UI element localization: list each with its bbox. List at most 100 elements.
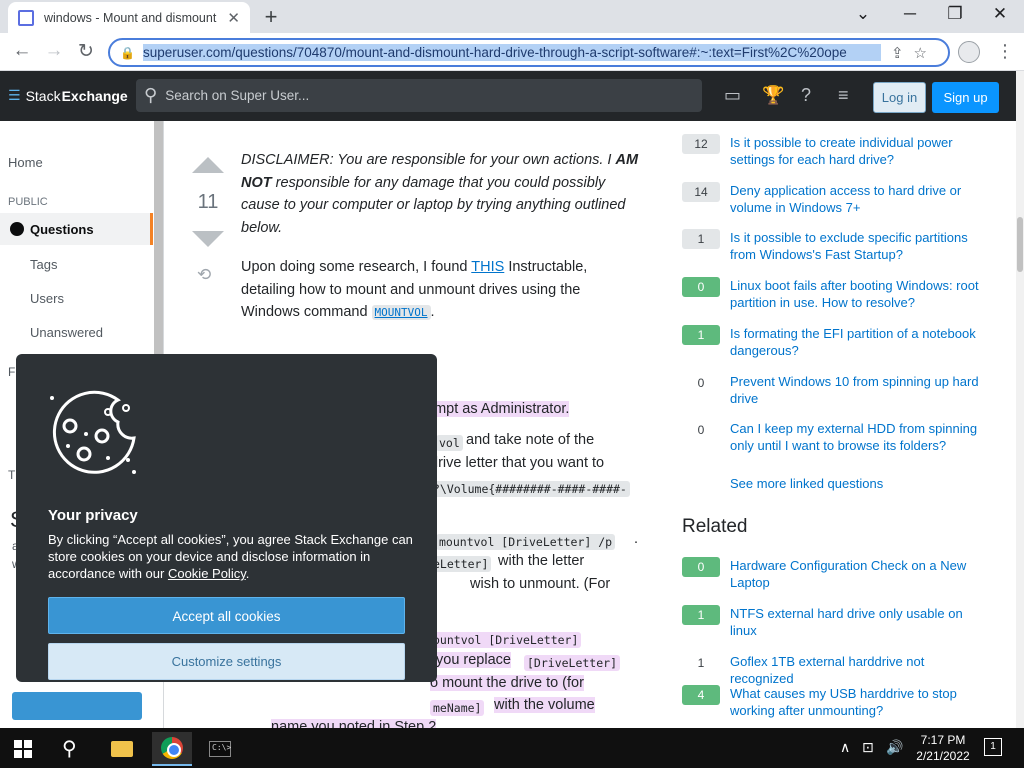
nav-tags[interactable]: Tags [30,257,57,272]
related-heading: Related [682,516,748,537]
right-sidebar: 12 Is it possible to create individual p… [672,121,1016,728]
profile-avatar-icon[interactable] [958,41,980,63]
question-link[interactable]: Is formating the EFI partition of a note… [730,325,990,359]
site-switcher-icon[interactable]: ≡ [838,85,849,106]
close-tab-icon[interactable]: ✕ [227,9,240,27]
minimize-icon[interactable]: ─ [895,4,925,24]
volumename-code: meName] [430,700,485,716]
step-text: you replace [436,652,511,668]
question-link[interactable]: NTFS external hard drive only usable on … [730,605,990,639]
terminal-icon[interactable]: C:\> [200,732,240,766]
search-placeholder: Search on Super User... [165,88,310,103]
bookmark-star-icon[interactable]: ☆ [914,44,927,62]
upvote-icon[interactable] [192,157,224,173]
taskbar-search-icon[interactable]: ⚲ [62,736,77,761]
browser-tab[interactable]: windows - Mount and dismount ✕ [8,2,250,33]
driveletter-code: eLetter] [430,556,492,572]
chrome-icon[interactable] [152,732,192,766]
see-more-linked-link[interactable]: See more linked questions [730,476,883,491]
question-link[interactable]: Can I keep my external HDD from spinning… [730,420,990,454]
step-text: with the volume [494,697,595,713]
question-link[interactable]: What causes my USB harddrive to stop wor… [730,685,990,719]
tab-search-icon[interactable]: ⌄ [848,4,878,24]
cookie-policy-link[interactable]: Cookie Policy [168,566,246,581]
question-link[interactable]: Hardware Configuration Check on a New La… [730,557,990,591]
more-menu-icon[interactable]: ⋮ [996,41,1014,62]
achievements-trophy-icon[interactable]: 🏆 [762,85,784,106]
related-question[interactable]: 4 What causes my USB harddrive to stop w… [682,685,1012,719]
related-question[interactable]: 1 Goflex 1TB external harddrive not reco… [682,653,1012,687]
notifications-icon[interactable]: 1 [984,738,1002,756]
page-scrollbar-thumb[interactable] [1017,217,1023,272]
instructable-link[interactable]: THIS [471,259,504,275]
disclaimer-text-cont: responsible for any damage that you coul… [241,174,626,236]
cookie-title: Your privacy [48,507,138,524]
signup-button[interactable]: Sign up [932,82,999,113]
dismount-command-code: mountvol [DriveLetter] /p [436,534,616,550]
related-question[interactable]: 0 Hardware Configuration Check on a New … [682,557,1012,591]
nav-questions[interactable]: Questions [0,213,153,245]
file-explorer-icon[interactable] [102,732,142,766]
question-link[interactable]: Is it possible to create individual powe… [730,134,990,168]
history-icon[interactable]: ⟲ [197,265,211,285]
question-score: 0 [682,557,720,577]
volume-icon[interactable]: 🔊 [886,739,903,756]
help-icon[interactable]: ? [801,85,811,106]
teams-cta-button[interactable] [12,692,142,720]
login-button[interactable]: Log in [873,82,926,113]
question-link[interactable]: Linux boot fails after booting Windows: … [730,277,990,311]
disclaimer-paragraph: DISCLAIMER: You are responsible for your… [241,149,641,239]
stackexchange-logo[interactable]: ☰ Stack Exchange [8,87,128,104]
site-search-input[interactable]: ⚲ Search on Super User... [136,79,702,112]
question-score: 0 [682,277,720,297]
url-input[interactable]: 🔒 superuser.com/questions/704870/mount-a… [108,38,950,67]
linked-question[interactable]: 1 Is it possible to exclude specific par… [682,229,1012,263]
downvote-icon[interactable] [192,231,224,247]
question-link[interactable]: Is it possible to exclude specific parti… [730,229,990,263]
mountvol-code-link[interactable]: MOUNTVOL [371,305,431,320]
network-icon[interactable]: ⊡ [862,739,874,756]
close-window-icon[interactable]: ✕ [985,4,1015,24]
linked-question[interactable]: 0 Can I keep my external HDD from spinni… [682,420,1012,454]
site-header: ☰ Stack Exchange ⚲ Search on Super User.… [0,71,1016,121]
reload-icon[interactable]: ↻ [74,40,98,63]
related-question[interactable]: 1 NTFS external hard drive only usable o… [682,605,1012,639]
linked-question[interactable]: 0 Linux boot fails after booting Windows… [682,277,1012,311]
question-link[interactable]: Prevent Windows 10 from spinning up hard… [730,373,990,407]
customize-settings-button[interactable]: Customize settings [48,643,405,680]
question-link[interactable]: Deny application access to hard drive or… [730,182,990,216]
back-icon[interactable]: ← [10,40,34,62]
start-windows-icon[interactable] [14,740,32,758]
url-text[interactable]: superuser.com/questions/704870/mount-and… [142,44,881,61]
left-scrollbar[interactable] [154,121,163,361]
inbox-icon[interactable]: ▭ [724,85,741,106]
forward-icon[interactable]: → [42,40,66,62]
linked-question[interactable]: 14 Deny application access to hard drive… [682,182,1012,216]
question-link[interactable]: Goflex 1TB external harddrive not recogn… [730,653,990,687]
restore-icon[interactable]: ❐ [940,4,970,24]
nav-unanswered[interactable]: Unanswered [30,325,103,340]
nav-users[interactable]: Users [30,291,64,306]
nav-home[interactable]: Home [8,155,43,170]
linked-question[interactable]: 1 Is formating the EFI partition of a no… [682,325,1012,359]
disclaimer-text: DISCLAIMER: You are responsible for your… [241,152,616,168]
question-score: 1 [682,325,720,345]
system-clock[interactable]: 7:17 PM 2/21/2022 [908,732,978,764]
logo-suffix: Exchange [61,87,128,104]
page-scrollbar[interactable] [1016,71,1024,728]
lock-icon[interactable]: 🔒 [120,46,135,60]
share-icon[interactable]: ⇪ [891,44,904,62]
logo-prefix: Stack [25,87,61,104]
linked-question[interactable]: 12 Is it possible to create individual p… [682,134,1012,168]
question-score: 1 [682,605,720,625]
question-score: 12 [682,134,720,154]
research-text: Upon doing some research, I found [241,259,472,275]
step-text: . [634,531,639,547]
accept-all-cookies-button[interactable]: Accept all cookies [48,597,405,634]
step-code: vol [436,435,463,451]
linked-question[interactable]: 0 Prevent Windows 10 from spinning up ha… [682,373,1012,407]
driveletter-code: [DriveLetter] [524,655,621,671]
show-hidden-icons-icon[interactable]: ∧ [840,739,850,756]
question-score: 14 [682,182,720,202]
new-tab-button[interactable]: + [260,4,282,30]
